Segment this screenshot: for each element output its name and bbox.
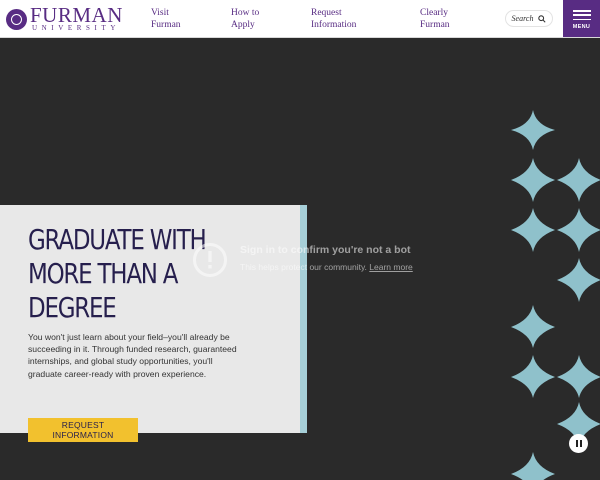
search-icon (538, 14, 547, 23)
diamond-shape (557, 158, 600, 202)
site-header: FURMAN UNIVERSITY Visit Furman How to Ap… (0, 0, 600, 38)
diamond-shape (557, 208, 600, 252)
search-button[interactable]: Search (505, 10, 553, 27)
nav-how-to-apply[interactable]: How to Apply (231, 7, 259, 31)
menu-button[interactable]: MENU (563, 0, 600, 37)
search-label: Search (511, 14, 534, 23)
pause-button[interactable] (569, 434, 588, 453)
request-information-button[interactable]: REQUEST INFORMATION (28, 418, 138, 442)
diamond-shape (511, 355, 555, 398)
logo-wordmark: FURMAN (30, 3, 123, 27)
logo-subtitle: UNIVERSITY (32, 24, 120, 32)
panel-accent-bar (300, 205, 307, 433)
bot-check-subtitle: This helps protect our community. Learn … (240, 262, 413, 272)
bot-check-subtitle-text: This helps protect our community. (240, 262, 367, 272)
diamond-shape (511, 452, 555, 480)
diamond-shape (557, 355, 600, 398)
diamond-shape (511, 305, 555, 348)
menu-label: MENU (572, 24, 591, 30)
diamond-shape (511, 110, 555, 150)
nav-clearly-furman[interactable]: Clearly Furman (420, 7, 450, 31)
learn-more-link[interactable]: Learn more (369, 262, 412, 272)
pause-icon (575, 440, 578, 447)
nav-request-information[interactable]: Request Information (311, 7, 356, 31)
diamond-shape (511, 208, 555, 252)
nav-visit-furman[interactable]: Visit Furman (151, 7, 181, 31)
diamond-shape (557, 258, 600, 302)
furman-logo[interactable]: FURMAN UNIVERSITY (6, 3, 123, 32)
alert-circle-icon (193, 243, 227, 277)
hero-body-text: You won't just learn about your field–yo… (28, 332, 237, 379)
hamburger-icon (572, 10, 591, 20)
bot-check-title: Sign in to confirm you're not a bot (240, 244, 411, 256)
university-seal-icon (6, 8, 27, 30)
diamond-shape (511, 158, 555, 202)
diamond-pattern (511, 110, 600, 480)
